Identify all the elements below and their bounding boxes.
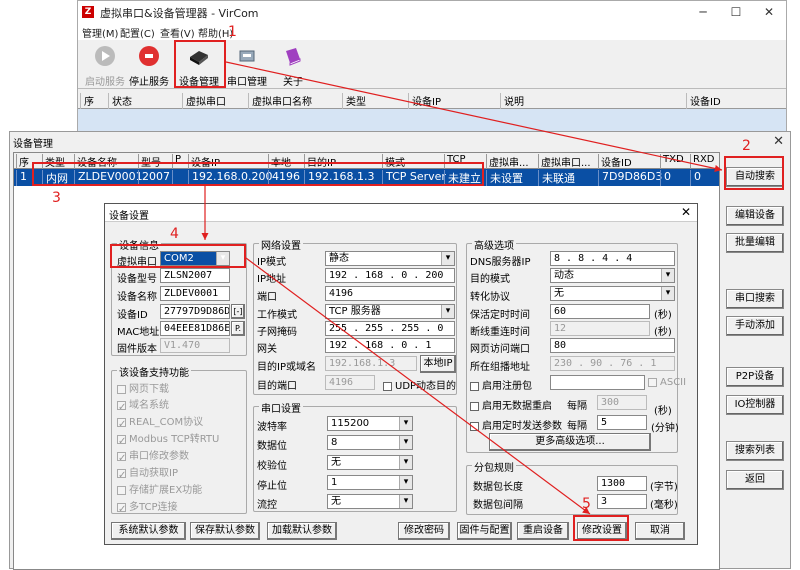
annotation-arrows [201,61,723,515]
